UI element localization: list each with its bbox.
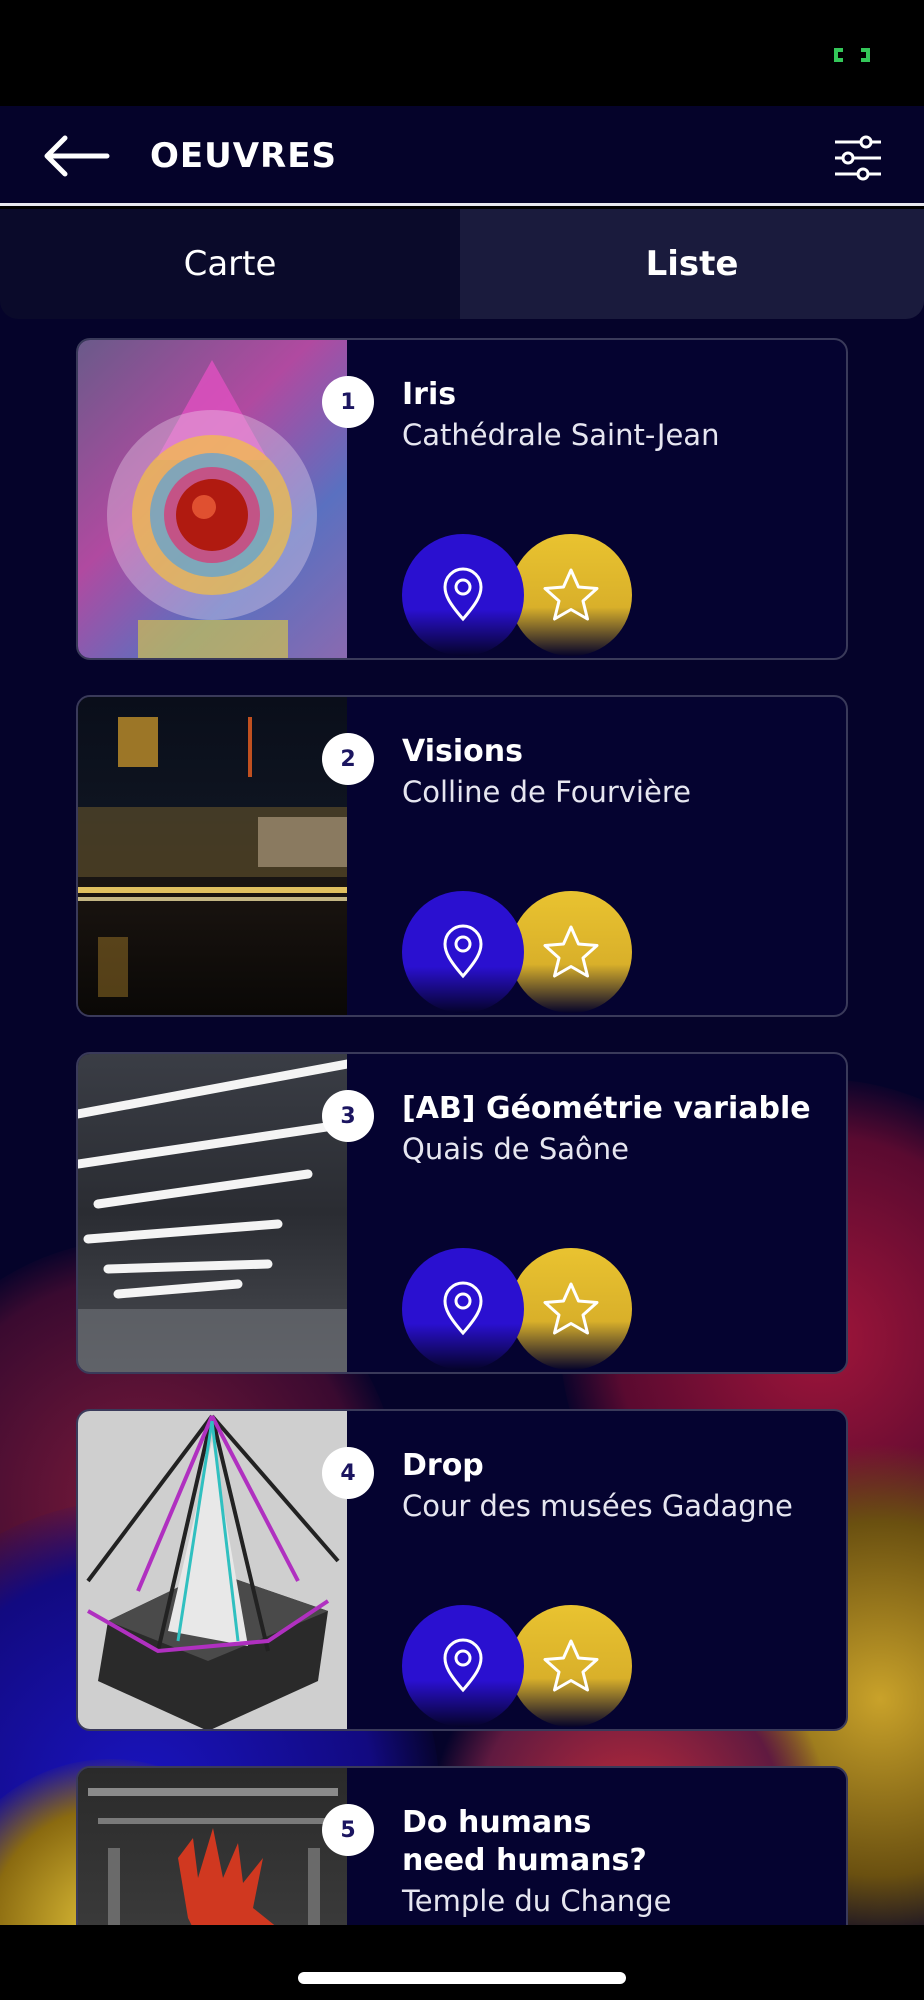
artwork-number: 3: [322, 1090, 374, 1142]
artwork-title: Iris: [402, 377, 457, 412]
artwork-thumbnail: [78, 697, 347, 1015]
home-bar-area: [0, 1925, 924, 2000]
status-bar: [0, 0, 924, 106]
artwork-list[interactable]: 1 Iris Cathédrale Saint-Jean 2 Visions C…: [0, 319, 924, 1925]
back-button[interactable]: [36, 128, 116, 184]
artwork-location: Quais de Saône: [402, 1132, 629, 1166]
app-header: OEUVRES: [0, 106, 924, 206]
locate-button[interactable]: [402, 891, 524, 1013]
artwork-card[interactable]: 5 Do humans need humans? Temple du Chang…: [76, 1766, 848, 1925]
artwork-title: Do humans need humans?: [402, 1805, 647, 1878]
tab-liste[interactable]: Liste: [460, 209, 924, 319]
favorite-button[interactable]: [510, 891, 632, 1013]
map-pin-icon: [443, 1281, 483, 1336]
artwork-number: 4: [322, 1447, 374, 1499]
view-tabs: Carte Liste: [0, 209, 924, 319]
tab-carte[interactable]: Carte: [0, 209, 460, 319]
artwork-title: [AB] Géométrie variable: [402, 1091, 811, 1126]
star-icon: [543, 925, 599, 978]
star-icon: [543, 1282, 599, 1335]
locate-button[interactable]: [402, 534, 524, 656]
sliders-icon: [835, 135, 881, 181]
artwork-number: 1: [322, 376, 374, 428]
artwork-number: 2: [322, 733, 374, 785]
artwork-card[interactable]: 3 [AB] Géométrie variable Quais de Saône: [76, 1052, 848, 1374]
artwork-location: Cathédrale Saint-Jean: [402, 418, 720, 452]
map-pin-icon: [443, 924, 483, 979]
star-icon: [543, 1639, 599, 1692]
artwork-title: Visions: [402, 734, 523, 769]
locate-button[interactable]: [402, 1605, 524, 1727]
favorite-button[interactable]: [510, 534, 632, 656]
artwork-location: Colline de Fourvière: [402, 775, 691, 809]
artwork-location: Cour des musées Gadagne: [402, 1489, 793, 1523]
filter-button[interactable]: [830, 130, 886, 186]
artwork-thumbnail: [78, 340, 347, 658]
battery-icon: [834, 48, 870, 62]
arrow-left-icon: [44, 135, 110, 177]
artwork-card[interactable]: 1 Iris Cathédrale Saint-Jean: [76, 338, 848, 660]
artwork-title: Drop: [402, 1448, 484, 1483]
artwork-thumbnail: [78, 1768, 347, 1925]
map-pin-icon: [443, 1638, 483, 1693]
artwork-number: 5: [322, 1804, 374, 1856]
artwork-thumbnail: [78, 1054, 347, 1372]
favorite-button[interactable]: [510, 1605, 632, 1727]
favorite-button[interactable]: [510, 1248, 632, 1370]
artwork-card[interactable]: 2 Visions Colline de Fourvière: [76, 695, 848, 1017]
artwork-card[interactable]: 4 Drop Cour des musées Gadagne: [76, 1409, 848, 1731]
map-pin-icon: [443, 567, 483, 622]
artwork-location: Temple du Change: [402, 1884, 672, 1918]
artwork-thumbnail: [78, 1411, 347, 1729]
locate-button[interactable]: [402, 1248, 524, 1370]
page-title: OEUVRES: [150, 136, 337, 176]
star-icon: [543, 568, 599, 621]
home-indicator[interactable]: [298, 1972, 626, 1984]
